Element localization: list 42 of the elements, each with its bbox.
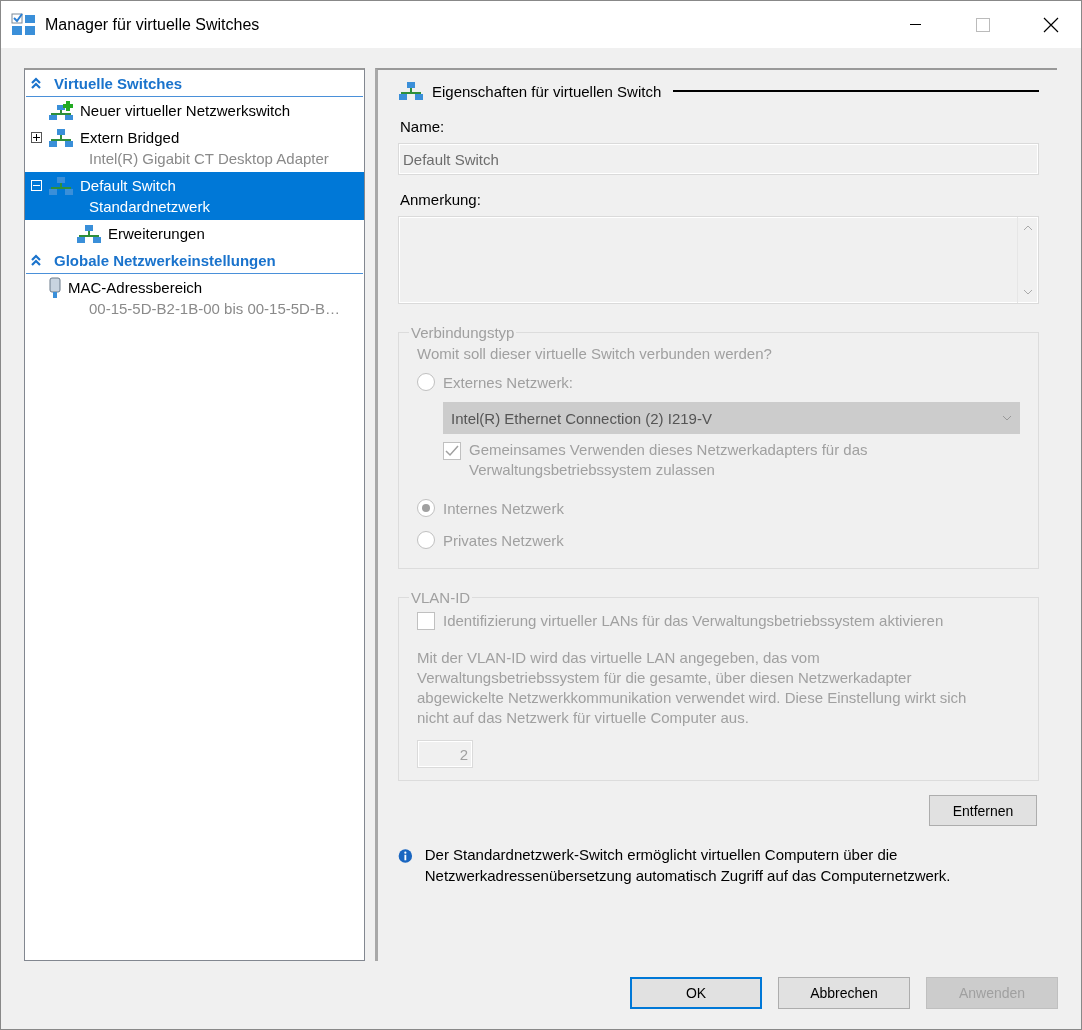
- tree-item-detail: Intel(R) Gigabit CT Desktop Adapter: [88, 149, 330, 169]
- group-title: VLAN-ID: [410, 589, 472, 606]
- network-switch-icon: [398, 81, 424, 101]
- expand-toggle[interactable]: [31, 132, 42, 143]
- maximize-icon: [976, 17, 990, 32]
- minus-icon: [33, 182, 40, 189]
- plus-icon: [33, 134, 40, 141]
- minimize-icon: [909, 24, 921, 25]
- window-title: Manager für virtuelle Switches: [45, 15, 261, 34]
- tree-item-label[interactable]: Erweiterungen: [108, 225, 205, 242]
- network-plug-icon: [48, 276, 62, 299]
- section-header[interactable]: Virtuelle Switches: [54, 74, 183, 92]
- network-switch-icon: [76, 223, 102, 244]
- tree-item-detail: 00-15-5D-B2-1B-00 bis 00-15-5D-B…: [88, 299, 341, 319]
- info-text: Der Standardnetzwerk-Switch ermöglicht virtuellen Computern über die Netzwerkadressenübersetzung automatisch Zugriff auf das Computernetzwerk.: [424, 845, 952, 886]
- remove-button[interactable]: Entfernen: [929, 795, 1037, 826]
- tree-item-label[interactable]: Neuer virtueller Netzwerkswitch: [80, 102, 291, 119]
- collapse-icon[interactable]: [30, 254, 42, 266]
- section-heading: Eigenschaften für virtuellen Switch: [432, 82, 662, 100]
- field-label: Anmerkung:: [400, 191, 482, 208]
- group-title: Verbindungstyp: [410, 324, 516, 341]
- tree-item-label[interactable]: Extern Bridged: [80, 129, 180, 146]
- tree-item-label[interactable]: Default Switch: [80, 177, 176, 194]
- section-header[interactable]: Globale Netzwerkeinstellungen: [54, 251, 276, 269]
- tree-item-label[interactable]: MAC-Adressbereich: [68, 279, 203, 296]
- question-text: Womit soll dieser virtuelle Switch verbunden werden?: [417, 345, 773, 362]
- dialog-button[interactable]: OK: [630, 977, 762, 1009]
- tree-item-detail: Standardnetzwerk: [88, 197, 211, 217]
- close-icon: [1043, 16, 1059, 33]
- vlan-description: Mit der VLAN-ID wird das virtuelle LAN angegeben, das vom Verwaltungsbetriebssystem für die gesamte, über diesen Netzwerkadapter abgewickelte Netzwerkkommunikation verwendet wird. Diese Einstellung wirkt sich nicht auf das Netzwerk für virtuelle Computer aus.: [417, 648, 968, 728]
- network-switch-icon: [48, 175, 74, 196]
- scroll-down-icon[interactable]: [1023, 289, 1033, 295]
- add-network-icon: [48, 100, 74, 121]
- name-field[interactable]: Default Switch: [398, 143, 1039, 175]
- switch-manager-icon: [11, 12, 37, 37]
- collapse-icon[interactable]: [30, 77, 42, 89]
- network-switch-icon: [48, 127, 74, 148]
- field-label: Name:: [400, 118, 446, 135]
- scroll-up-icon[interactable]: [1023, 225, 1033, 231]
- dialog-button[interactable]: Abbrechen: [778, 977, 910, 1009]
- caret-icon: [1002, 415, 1012, 421]
- note-field[interactable]: [398, 216, 1039, 304]
